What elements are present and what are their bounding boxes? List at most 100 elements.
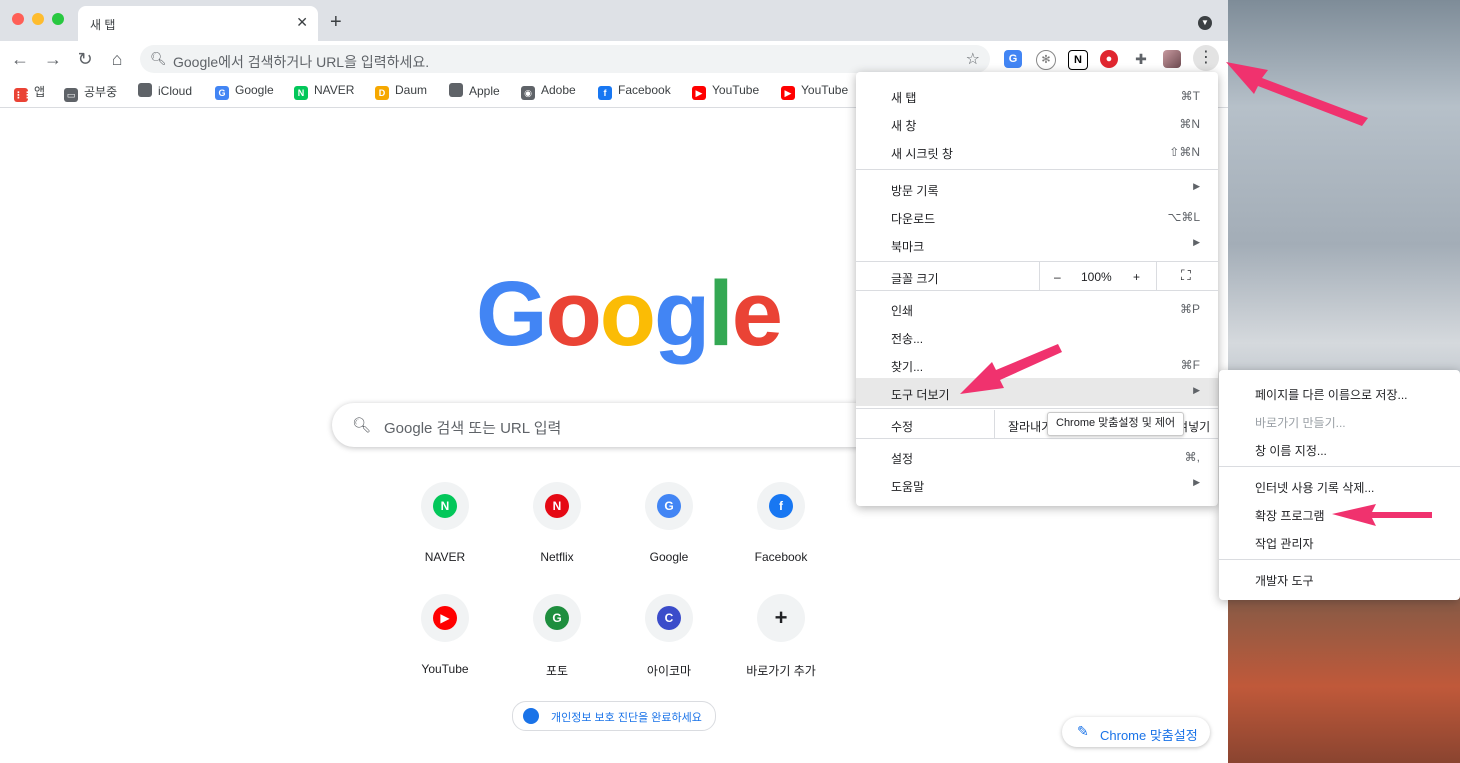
bookmark-label: 앱 [34, 85, 46, 99]
puzzle-extensions-icon[interactable]: ✚ [1132, 50, 1150, 68]
menu-item-more-tools[interactable]: 도구 더보기 ▶ [856, 378, 1218, 406]
shortcut-tile[interactable]: N NAVER [389, 482, 501, 594]
menu-divider [856, 438, 1218, 439]
reload-icon[interactable]: ↻ [74, 48, 96, 70]
bookmark-item[interactable]: f Facebook [598, 83, 671, 100]
menu-label: 인쇄 [891, 304, 914, 318]
maximize-window-button[interactable] [52, 13, 64, 25]
shortcut-label: ⌘, [1184, 450, 1200, 464]
fullscreen-icon[interactable]: ⛶ [1181, 267, 1191, 284]
cut-button[interactable]: 잘라내기 [1008, 418, 1052, 435]
menu-item-history[interactable]: 방문 기록 ▶ [856, 174, 1218, 202]
bookmark-label: Google [235, 83, 274, 97]
bookmark-item[interactable]: ▶ YouTube [781, 83, 848, 100]
customize-chrome-label: Chrome 맞춤설정 [1100, 728, 1198, 743]
address-bar[interactable]: 🔍︎ Google에서 검색하거나 URL을 입력하세요. ☆ [140, 45, 990, 73]
menu-item-help[interactable]: 도움말 ▶ [856, 470, 1218, 498]
shortcut-tile[interactable]: N Netflix [501, 482, 613, 594]
red-extension-icon[interactable]: ● [1100, 50, 1118, 68]
shortcut-label: Google [649, 550, 689, 564]
bookmark-label: 공부중 [84, 85, 118, 99]
shortcut-favicon-icon: f [769, 494, 793, 518]
menu-label: 새 시크릿 창 [891, 147, 953, 161]
bookmark-item[interactable]: N NAVER [294, 83, 354, 100]
shortcut-tile[interactable]: ▶ YouTube [389, 594, 501, 706]
google-search-box[interactable]: 🔍︎ Google 검색 또는 URL 입력 [332, 403, 892, 447]
shortcut-tile[interactable]: C 아이코마 [613, 594, 725, 706]
chevron-right-icon: ▶ [1193, 237, 1200, 247]
bookmark-star-icon[interactable]: ☆ [966, 49, 980, 69]
bookmark-item[interactable]: ▶ YouTube [692, 83, 759, 100]
search-icon: 🔍︎ [352, 417, 372, 434]
shortcut-label: ⌘T [1180, 89, 1200, 103]
menu-item-incognito[interactable]: 새 시크릿 창 ⇧⌘N [856, 137, 1218, 165]
more-tools-submenu: 페이지를 다른 이름으로 저장... 바로가기 만들기... 창 이름 지정..… [1219, 370, 1460, 600]
bookmark-item[interactable]: Apple [449, 83, 500, 98]
tab-search-icon[interactable]: ▼ [1198, 16, 1212, 30]
menu-item-print[interactable]: 인쇄 ⌘P [856, 294, 1218, 322]
shortcut-tile[interactable]: G Google [613, 482, 725, 594]
submenu-item-extensions[interactable]: 확장 프로그램 [1219, 499, 1460, 527]
chrome-menu-button[interactable]: ⋮ [1193, 45, 1219, 71]
submenu-item-dev-tools[interactable]: 개발자 도구 [1219, 564, 1460, 592]
tab-new-tab[interactable]: 새 탭 ✕ [78, 6, 318, 41]
menu-item-find[interactable]: 찾기... ⌘F [856, 350, 1218, 378]
shortcut-tile[interactable]: + 바로가기 추가 [725, 594, 837, 706]
folder-icon: ▭ [64, 88, 78, 102]
bookmark-item[interactable]: ⋮⋮ 앱 [14, 83, 45, 102]
bookmark-item[interactable]: ▭ 공부중 [64, 83, 117, 102]
naver-icon: N [294, 86, 308, 100]
bookmark-item[interactable]: iCloud [138, 83, 192, 98]
submenu-item-create-shortcut: 바로가기 만들기... [1219, 406, 1460, 434]
menu-item-settings[interactable]: 설정 ⌘, [856, 442, 1218, 470]
profile-avatar[interactable] [1163, 50, 1181, 68]
bookmark-item[interactable]: ◉ Adobe [521, 83, 576, 100]
privacy-shield-icon [523, 708, 539, 724]
bookmark-label: NAVER [314, 83, 355, 97]
shortcut-icon-circle: ▶ [421, 594, 469, 642]
zoom-out-button[interactable]: – [1054, 270, 1061, 284]
bookmark-label: YouTube [712, 83, 760, 97]
shortcut-favicon-icon: G [657, 494, 681, 518]
menu-item-new-window[interactable]: 새 창 ⌘N [856, 109, 1218, 137]
close-window-button[interactable] [12, 13, 24, 25]
shortcut-tile[interactable]: f Facebook [725, 482, 837, 594]
back-icon[interactable]: ← [9, 48, 31, 70]
shortcut-tile[interactable]: G 포토 [501, 594, 613, 706]
home-icon[interactable]: ⌂ [106, 48, 128, 70]
new-tab-button[interactable]: + [330, 12, 342, 32]
shortcut-label: YouTube [421, 662, 469, 676]
shortcut-label: 아이코마 [646, 664, 692, 678]
menu-item-downloads[interactable]: 다운로드 ⌥⌘L [856, 202, 1218, 230]
zoom-in-button[interactable]: + [1133, 270, 1140, 284]
title-bar: 새 탭 ✕ + ▼ [0, 0, 1228, 41]
submenu-item-clear-data[interactable]: 인터넷 사용 기록 삭제... [1219, 471, 1460, 499]
shortcut-icon-circle: + [757, 594, 805, 642]
apps-grid-icon: ⋮⋮ [14, 88, 32, 102]
bookmark-item[interactable]: G Google [215, 83, 274, 100]
menu-label: 북마크 [891, 240, 925, 254]
tab-title: 새 탭 [90, 18, 116, 32]
zoom-level: 100% [1081, 270, 1112, 284]
shortcut-favicon-icon: ▶ [433, 606, 457, 630]
submenu-item-task-manager[interactable]: 작업 관리자 [1219, 527, 1460, 555]
apple-icon [138, 83, 152, 97]
bookmark-item[interactable]: D Daum [375, 83, 427, 100]
notion-extension-icon[interactable]: N [1068, 50, 1088, 70]
submenu-item-save-as[interactable]: 페이지를 다른 이름으로 저장... [1219, 378, 1460, 406]
privacy-guide-chip[interactable]: 개인정보 보호 진단을 완료하세요 [512, 701, 716, 731]
extension-icon[interactable]: ✻ [1036, 50, 1056, 70]
menu-item-new-tab[interactable]: 새 탭 ⌘T [856, 81, 1218, 109]
submenu-item-name-window[interactable]: 창 이름 지정... [1219, 434, 1460, 462]
logo-letter: G [476, 263, 548, 365]
close-icon[interactable]: ✕ [296, 14, 308, 31]
menu-item-cast[interactable]: 전송... [856, 322, 1218, 350]
minimize-window-button[interactable] [32, 13, 44, 25]
submenu-divider [1219, 559, 1460, 560]
forward-icon[interactable]: → [42, 48, 64, 70]
customize-chrome-button[interactable]: ✎ Chrome 맞춤설정 [1062, 717, 1210, 747]
menu-item-bookmarks[interactable]: 북마크 ▶ [856, 230, 1218, 258]
translate-extension-icon[interactable]: G [1004, 50, 1022, 68]
chevron-right-icon: ▶ [1193, 477, 1200, 487]
menu-tooltip: Chrome 맞춤설정 및 제어 [1047, 412, 1185, 436]
